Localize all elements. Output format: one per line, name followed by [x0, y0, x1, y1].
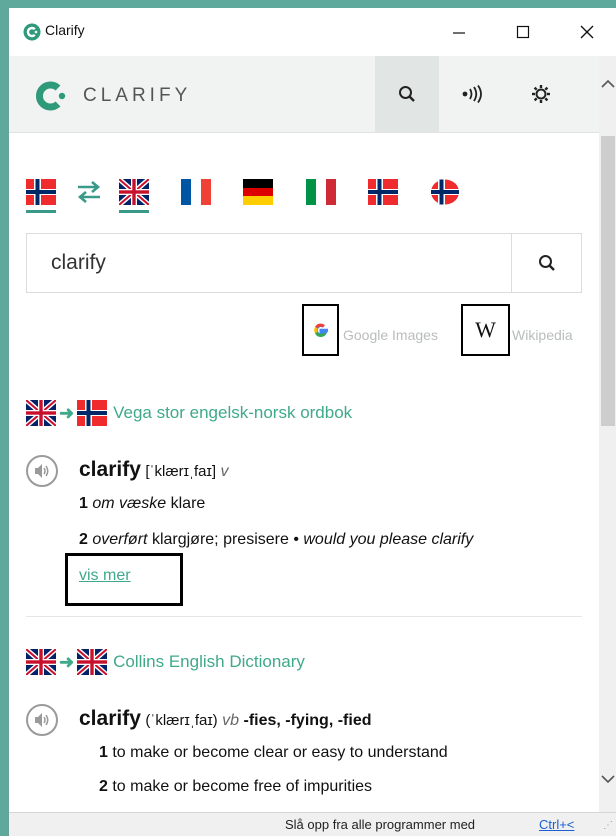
minimize-icon — [453, 32, 465, 34]
chevron-down-icon — [601, 775, 615, 784]
gear-icon — [532, 85, 550, 103]
clarify-app-icon — [23, 23, 41, 41]
inflected-forms: -fies, -fying, -fied — [243, 712, 372, 729]
wikipedia-button[interactable]: W — [461, 304, 510, 356]
sense-label: overført — [92, 531, 148, 548]
sense-text: klargjøre; presisere • — [151, 531, 299, 548]
speaker-icon — [35, 713, 49, 727]
search-button[interactable] — [511, 234, 582, 292]
search-icon — [399, 86, 415, 102]
flag-uk-icon — [77, 649, 108, 675]
maximize-icon — [516, 25, 530, 39]
entry-headline: clarify (ˈklærɪˌfaɪ) vb -fies, -fying, -… — [79, 707, 371, 731]
title-bar: Clarify — [9, 8, 616, 56]
speaker-icon — [35, 464, 49, 478]
google-images-button[interactable] — [302, 304, 339, 356]
chevron-up-icon — [601, 79, 615, 88]
sense-text: klare — [170, 495, 206, 512]
flag-italy-icon[interactable] — [306, 179, 336, 205]
phonetic: (ˈklærɪˌfaɪ) — [145, 712, 218, 729]
scrollbar-thumb[interactable] — [601, 136, 615, 426]
sense-example: would you please clarify — [303, 531, 474, 548]
flag-norway-icon[interactable] — [26, 179, 56, 205]
vertical-scrollbar[interactable] — [599, 56, 616, 812]
app-window: Clarify CLARIFY clarify Google Images W … — [8, 8, 616, 836]
dictionary-name[interactable]: Vega stor engelsk-norsk ordbok — [113, 403, 352, 423]
settings-button[interactable] — [509, 56, 573, 132]
flag-uk-icon — [26, 400, 56, 426]
search-input[interactable] — [27, 234, 511, 292]
sense-number: 1 — [79, 495, 88, 512]
clarify-logo-icon — [36, 81, 66, 111]
dictionary-header-vega: ➜ Vega stor engelsk-norsk ordbok — [26, 398, 352, 428]
scroll-up-button[interactable] — [599, 74, 616, 94]
swap-languages-icon[interactable] — [75, 180, 103, 204]
sense-text: to make or become clear or easy to under… — [112, 744, 448, 761]
status-bar: Slå opp fra alle programmer med Ctrl+< ⋰ — [9, 812, 616, 836]
scroll-down-button[interactable] — [599, 764, 616, 794]
sense-number: 2 — [99, 778, 108, 795]
main-content: Google Images W Wikipedia ➜ Vega stor en… — [9, 133, 599, 812]
pronounce-button[interactable] — [26, 704, 58, 736]
sense-number: 1 — [99, 744, 108, 761]
close-icon — [580, 25, 594, 39]
wikipedia-w-icon: W — [475, 317, 496, 342]
shortcut-link[interactable]: Ctrl+< — [539, 817, 574, 832]
headword: clarify — [79, 458, 141, 481]
sense-1: 1 to make or become clear or easy to und… — [99, 744, 448, 762]
dictionary-name[interactable]: Collins English Dictionary — [113, 652, 305, 672]
flag-uk-icon[interactable] — [119, 179, 149, 205]
search-icon — [539, 255, 555, 271]
minimize-button[interactable] — [433, 8, 485, 56]
sense-1: 1 om væske klare — [79, 495, 205, 513]
arrow-right-icon: ➜ — [59, 402, 75, 423]
listen-button[interactable] — [441, 56, 505, 132]
flag-norway-alt-icon[interactable] — [368, 179, 398, 205]
flag-norway-round-icon[interactable] — [430, 179, 460, 205]
google-g-icon — [313, 323, 328, 337]
sense-text: to make or become free of impurities — [112, 778, 373, 795]
resize-grip-icon[interactable]: ⋰ — [603, 820, 613, 831]
phonetic: [ˈklærɪˌfaɪ] — [145, 463, 217, 480]
wikipedia-link[interactable]: Wikipedia — [512, 327, 573, 343]
app-header: CLARIFY — [9, 56, 616, 133]
sound-waves-icon — [462, 85, 482, 103]
sense-2: 2 overført klargjøre; presisere • would … — [79, 531, 473, 549]
maximize-button[interactable] — [497, 8, 549, 56]
headword: clarify — [79, 707, 141, 730]
show-more-highlight-box — [65, 553, 183, 606]
dictionary-header-collins: ➜ Collins English Dictionary — [26, 647, 305, 677]
sense-2: 2 to make or become free of impurities — [99, 778, 372, 796]
part-of-speech: vb — [222, 712, 240, 729]
flag-france-icon[interactable] — [181, 179, 211, 205]
target-language-underline — [119, 210, 149, 213]
flag-norway-icon — [77, 400, 108, 426]
sense-number: 2 — [79, 531, 88, 548]
sense-label: om væske — [92, 495, 167, 512]
search-box — [26, 233, 582, 293]
status-text: Slå opp fra alle programmer med — [285, 817, 476, 832]
arrow-right-icon: ➜ — [59, 651, 75, 672]
divider — [26, 616, 582, 617]
search-tab-button[interactable] — [375, 56, 439, 132]
pronounce-button[interactable] — [26, 455, 58, 487]
close-button[interactable] — [561, 8, 613, 56]
entry-headline: clarify [ˈklærɪˌfaɪ] v — [79, 458, 228, 482]
google-images-link[interactable]: Google Images — [343, 327, 438, 343]
flag-uk-icon — [26, 649, 56, 675]
logo-text: CLARIFY — [83, 85, 192, 106]
window-title: Clarify — [45, 22, 85, 38]
source-language-underline — [26, 210, 56, 213]
part-of-speech: v — [220, 463, 229, 480]
flag-germany-icon[interactable] — [243, 179, 273, 205]
